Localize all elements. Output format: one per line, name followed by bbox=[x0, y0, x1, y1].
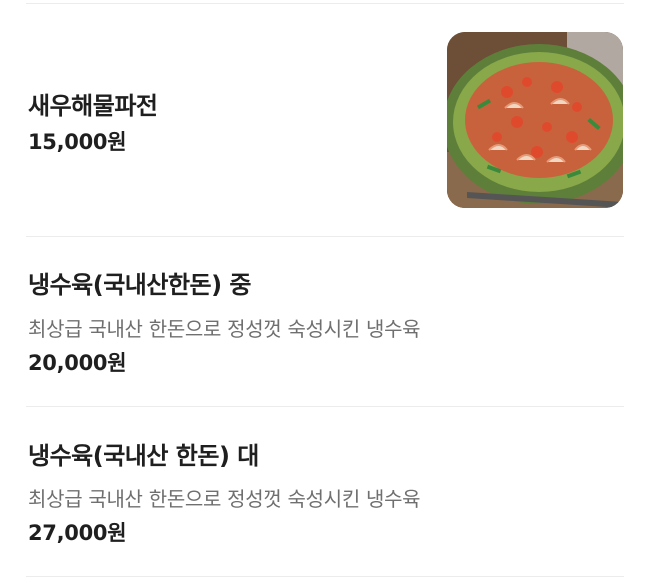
menu-item-price: 15,000원 bbox=[28, 130, 127, 154]
menu-list: 새우해물파전 15,000원 냉수육(국내산한돈) 중 최상급 국내산 한돈으로… bbox=[0, 0, 650, 578]
menu-item-seafood-pancake[interactable]: 새우해물파전 15,000원 bbox=[0, 0, 650, 237]
menu-item-description: 최상급 국내산 한돈으로 정성껏 숙성시킨 냉수육 bbox=[28, 317, 421, 341]
divider bbox=[26, 576, 624, 577]
menu-item-name: 냉수육(국내산 한돈) 대 bbox=[28, 442, 259, 470]
menu-item-price: 27,000원 bbox=[28, 521, 127, 545]
menu-item-cold-pork-medium[interactable]: 냉수육(국내산한돈) 중 최상급 국내산 한돈으로 정성껏 숙성시킨 냉수육 2… bbox=[0, 237, 650, 407]
menu-item-name: 새우해물파전 bbox=[28, 92, 158, 120]
menu-item-photo[interactable] bbox=[447, 32, 623, 208]
menu-item-description: 최상급 국내산 한돈으로 정성껏 숙성시킨 냉수육 bbox=[28, 487, 421, 511]
menu-item-price: 20,000원 bbox=[28, 351, 127, 375]
menu-item-name: 냉수육(국내산한돈) 중 bbox=[28, 271, 252, 299]
menu-item-cold-pork-large[interactable]: 냉수육(국내산 한돈) 대 최상급 국내산 한돈으로 정성껏 숙성시킨 냉수육 … bbox=[0, 407, 650, 577]
